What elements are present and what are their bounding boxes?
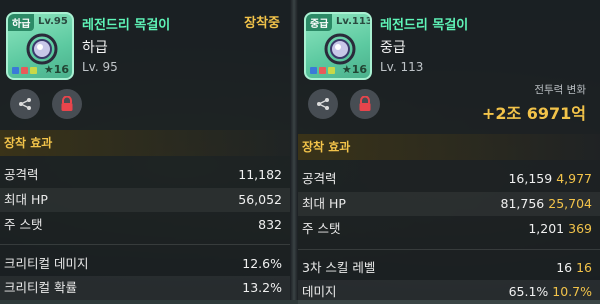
lock-icon: [359, 96, 371, 111]
section-title: 장착 효과: [298, 134, 600, 160]
item-level: Lv. 95: [82, 60, 118, 74]
stat-row: 최대 HP 56,052: [0, 188, 290, 212]
grade-tag: 중급: [306, 14, 333, 31]
divider: [298, 249, 600, 250]
star-level: ★16: [43, 63, 69, 76]
stat-row: 크리티컬 확률 13.2%: [0, 276, 290, 300]
share-button[interactable]: [10, 89, 40, 119]
power-change-label: 전투력 변화: [534, 84, 586, 96]
item-name: 레전드리 목걸이: [380, 18, 469, 33]
socket-indicators: [12, 67, 37, 74]
necklace-gem-icon: [26, 33, 58, 65]
panel-divider: [290, 0, 298, 300]
stat-row: 주 스탯 832: [4, 217, 282, 232]
grade-tag: 하급: [8, 14, 35, 31]
item-icon-frame[interactable]: 중급 Lv.113 ★16: [304, 12, 372, 80]
lock-button[interactable]: [350, 89, 380, 119]
section-title: 장착 효과: [0, 130, 290, 156]
star-level: ★16: [341, 63, 367, 76]
stat-row: 크리티컬 데미지 12.6%: [4, 256, 282, 271]
share-button[interactable]: [308, 89, 338, 119]
share-icon: [19, 98, 31, 110]
stat-row: 공격력 11,182: [4, 167, 282, 182]
item-grade: 중급: [380, 40, 406, 56]
stat-row: 3차 스킬 레벨 16 16: [302, 260, 592, 275]
power-change-value: +2조 6971억: [481, 104, 586, 123]
equipped-item-panel: 하급 Lv.95 ★16 레전드리 목걸이 하급 Lv. 95 장착중 장착 효…: [0, 0, 290, 300]
divider: [0, 244, 290, 245]
item-grade: 하급: [82, 40, 108, 56]
lock-icon: [61, 96, 73, 111]
lock-button[interactable]: [52, 89, 82, 119]
level-tag: Lv.113: [336, 16, 372, 27]
necklace-gem-icon: [324, 33, 356, 65]
equipped-status: 장착중: [244, 16, 280, 31]
item-level: Lv. 113: [380, 60, 424, 74]
share-icon: [317, 98, 329, 110]
stat-row: 데미지 65.1% 10.7%: [298, 280, 600, 304]
socket-indicators: [310, 67, 335, 74]
stat-row: 최대 HP 81,756 25,704: [298, 192, 600, 216]
stat-row: 주 스탯 1,201 369: [302, 221, 592, 236]
compare-item-panel: 중급 Lv.113 ★16 레전드리 목걸이 중급 Lv. 113 전투력 변화…: [298, 0, 600, 304]
level-tag: Lv.95: [38, 16, 68, 27]
item-name: 레전드리 목걸이: [82, 18, 171, 33]
stat-row: 공격력 16,159 4,977: [302, 171, 592, 186]
item-icon-frame[interactable]: 하급 Lv.95 ★16: [6, 12, 74, 80]
